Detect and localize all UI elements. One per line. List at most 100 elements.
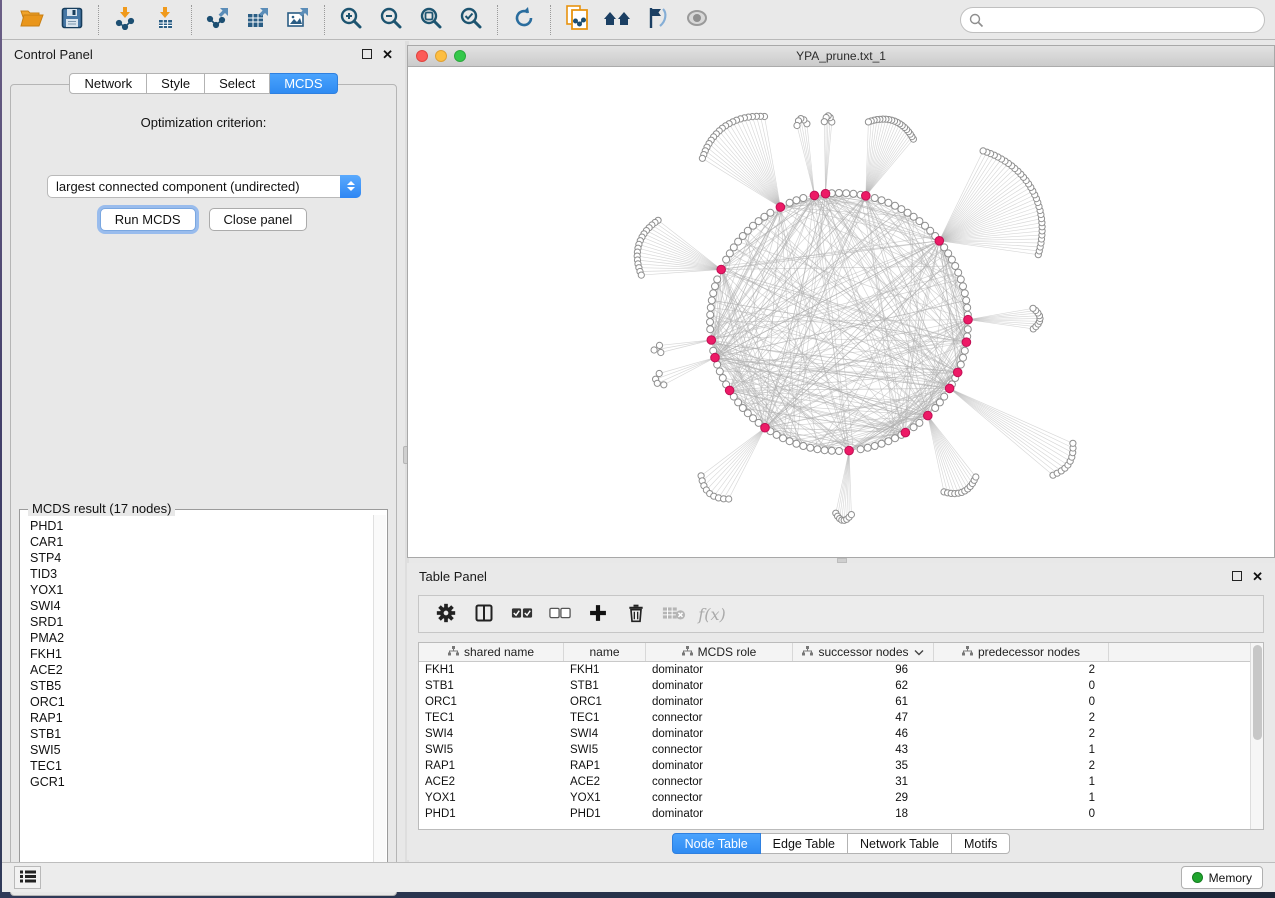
cell[interactable]: TEC1 (419, 710, 564, 726)
graphics-details-button[interactable] (677, 3, 717, 37)
close-window-icon[interactable] (416, 50, 428, 62)
cell[interactable]: FKH1 (419, 662, 564, 678)
table-row[interactable]: PHD1PHD1dominator180 (419, 806, 1263, 822)
mcds-result-item[interactable]: STB1 (21, 726, 373, 742)
cell[interactable]: 1 (934, 742, 1109, 758)
mcds-result-item[interactable]: CAR1 (21, 534, 373, 550)
run-mcds-button[interactable]: Run MCDS (100, 208, 196, 231)
mcds-result-item[interactable]: STP4 (21, 550, 373, 566)
cell[interactable]: connector (646, 790, 793, 806)
mcds-result-item[interactable]: RAP1 (21, 710, 373, 726)
cell[interactable]: YOX1 (419, 790, 564, 806)
tab-style[interactable]: Style (147, 73, 205, 94)
column-header-predecessor-nodes[interactable]: predecessor nodes (934, 643, 1109, 661)
optimization-criterion-select[interactable]: largest connected component (undirected) (47, 175, 361, 198)
cell[interactable]: 46 (793, 726, 934, 742)
tab-edge-table[interactable]: Edge Table (761, 833, 848, 854)
table-row[interactable]: YOX1YOX1connector291 (419, 790, 1263, 806)
mcds-result-item[interactable]: ACE2 (21, 662, 373, 678)
float-panel-icon[interactable] (362, 49, 372, 59)
mcds-list-scrollbar[interactable] (373, 515, 386, 871)
mcds-result-item[interactable]: PHD1 (21, 518, 373, 534)
table-row[interactable]: ORC1ORC1dominator610 (419, 694, 1263, 710)
table-row[interactable]: TEC1TEC1connector472 (419, 710, 1263, 726)
cell[interactable]: 61 (793, 694, 934, 710)
tab-mcds[interactable]: MCDS (270, 73, 337, 94)
cell[interactable]: PHD1 (419, 806, 564, 822)
close-panel-icon[interactable]: ✕ (1252, 570, 1263, 583)
cell[interactable]: 18 (793, 806, 934, 822)
cell[interactable]: SWI5 (564, 742, 646, 758)
cell[interactable]: 2 (934, 758, 1109, 774)
cell[interactable]: STB1 (419, 678, 564, 694)
cell[interactable]: 1 (934, 774, 1109, 790)
export-network-button[interactable] (198, 3, 238, 37)
cell[interactable]: ORC1 (564, 694, 646, 710)
tab-motifs[interactable]: Motifs (952, 833, 1010, 854)
close-panel-button[interactable]: Close panel (209, 208, 308, 231)
cell[interactable]: connector (646, 742, 793, 758)
cell[interactable]: dominator (646, 806, 793, 822)
cell[interactable]: 0 (934, 806, 1109, 822)
table-row[interactable]: STB1STB1dominator620 (419, 678, 1263, 694)
cell[interactable]: 2 (934, 726, 1109, 742)
zoom-selected-button[interactable] (451, 3, 491, 37)
cell[interactable]: 96 (793, 662, 934, 678)
cell[interactable]: 35 (793, 758, 934, 774)
column-header-shared-name[interactable]: shared name (419, 643, 564, 661)
column-header-MCDS-role[interactable]: MCDS role (646, 643, 793, 661)
cell[interactable]: 43 (793, 742, 934, 758)
cell[interactable]: STB1 (564, 678, 646, 694)
table-row[interactable]: SWI5SWI5connector431 (419, 742, 1263, 758)
scrollbar-thumb[interactable] (1253, 645, 1262, 740)
mcds-result-item[interactable]: PMA2 (21, 630, 373, 646)
zoom-out-button[interactable] (371, 3, 411, 37)
tab-select[interactable]: Select (205, 73, 270, 94)
column-header-successor-nodes[interactable]: successor nodes (793, 643, 934, 661)
cell[interactable]: ORC1 (419, 694, 564, 710)
select-all-button[interactable] (505, 599, 539, 629)
float-panel-icon[interactable] (1232, 571, 1242, 581)
cell[interactable]: SWI4 (419, 726, 564, 742)
task-history-button[interactable] (14, 866, 41, 889)
mcds-result-item[interactable]: FKH1 (21, 646, 373, 662)
tab-network-table[interactable]: Network Table (848, 833, 952, 854)
cell[interactable]: ACE2 (564, 774, 646, 790)
open-session-button[interactable] (12, 3, 52, 37)
cell[interactable]: SWI4 (564, 726, 646, 742)
export-image-button[interactable] (278, 3, 318, 37)
minimize-window-icon[interactable] (435, 50, 447, 62)
show-columns-button[interactable] (467, 599, 501, 629)
cell[interactable]: dominator (646, 662, 793, 678)
flag-button[interactable] (637, 3, 677, 37)
cell[interactable]: 1 (934, 790, 1109, 806)
export-table-button[interactable] (238, 3, 278, 37)
cell[interactable]: PHD1 (564, 806, 646, 822)
table-row[interactable]: SWI4SWI4dominator462 (419, 726, 1263, 742)
create-column-button[interactable] (581, 599, 615, 629)
mcds-result-item[interactable]: SWI4 (21, 598, 373, 614)
cell[interactable]: dominator (646, 726, 793, 742)
houses-button[interactable] (597, 3, 637, 37)
mcds-result-item[interactable]: YOX1 (21, 582, 373, 598)
mcds-result-item[interactable]: TID3 (21, 566, 373, 582)
import-table-button[interactable] (145, 3, 185, 37)
mcds-result-item[interactable]: ORC1 (21, 694, 373, 710)
maximize-window-icon[interactable] (454, 50, 466, 62)
table-row[interactable]: RAP1RAP1dominator352 (419, 758, 1263, 774)
cell[interactable]: SWI5 (419, 742, 564, 758)
cell[interactable]: RAP1 (419, 758, 564, 774)
zoom-in-button[interactable] (331, 3, 371, 37)
cell[interactable]: ACE2 (419, 774, 564, 790)
import-network-button[interactable] (105, 3, 145, 37)
cell[interactable]: 2 (934, 662, 1109, 678)
cell[interactable]: dominator (646, 694, 793, 710)
close-panel-icon[interactable]: ✕ (382, 48, 393, 61)
cell[interactable]: 62 (793, 678, 934, 694)
cell[interactable]: TEC1 (564, 710, 646, 726)
cell[interactable]: FKH1 (564, 662, 646, 678)
table-mode-gear-button[interactable] (429, 599, 463, 629)
cell[interactable]: 0 (934, 678, 1109, 694)
cell[interactable]: connector (646, 710, 793, 726)
tab-network[interactable]: Network (69, 73, 147, 94)
